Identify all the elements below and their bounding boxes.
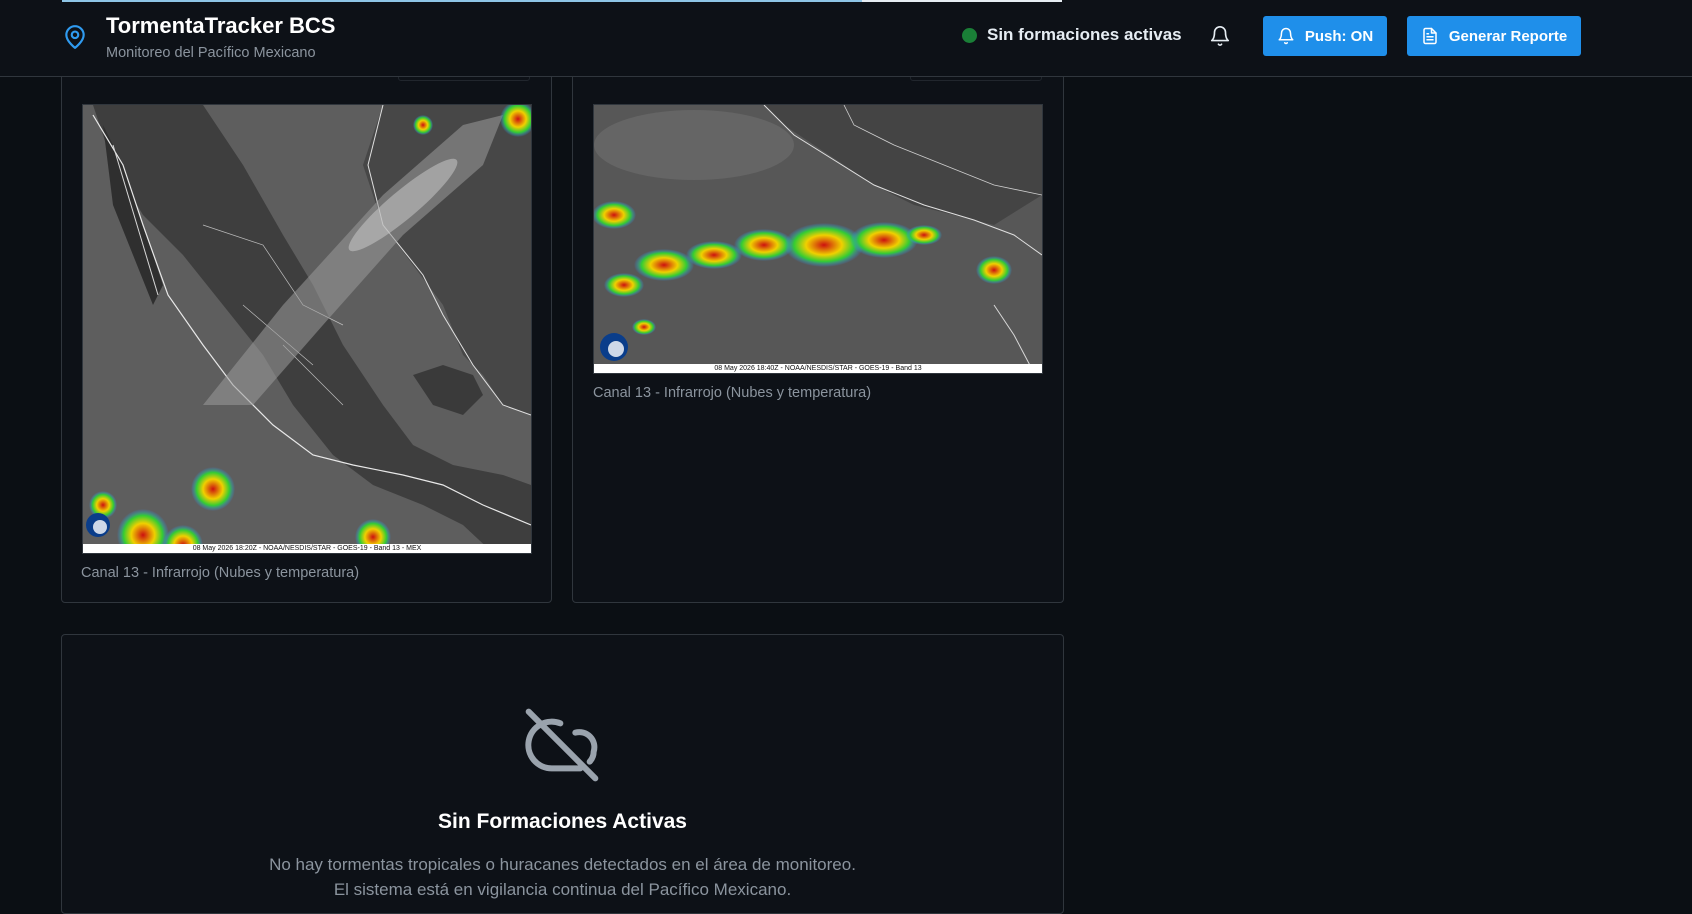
image-caption: Canal 13 - Infrarrojo (Nubes y temperatu… — [81, 565, 360, 581]
bell-icon — [1278, 27, 1294, 45]
status-indicator: Sin formaciones activas — [962, 25, 1182, 45]
empty-state-description: No hay tormentas tropicales o huracanes … — [269, 855, 856, 899]
app-title: TormentaTracker BCS — [106, 13, 336, 38]
generate-report-button[interactable]: Generar Reporte — [1407, 16, 1581, 56]
image-timestamp: 08 May 2026 18:20Z - NOAA/NESDIS/STAR - … — [83, 544, 531, 553]
image-caption: Canal 13 - Infrarrojo (Nubes y temperatu… — [593, 385, 872, 401]
satellite-image-pacific: 08 May 2026 18:40Z - NOAA/NESDIS/STAR - … — [593, 104, 1043, 374]
map-pin-icon — [65, 25, 85, 49]
status-text: Sin formaciones activas — [987, 25, 1182, 44]
push-notifications-button[interactable]: Push: ON — [1263, 16, 1387, 56]
document-icon — [1423, 27, 1437, 45]
loading-progress-fill — [62, 0, 862, 2]
report-button-label: Generar Reporte — [1448, 27, 1568, 45]
app-header: TormentaTracker BCS Monitoreo del Pacífi… — [0, 0, 1692, 77]
app-subtitle: Monitoreo del Pacífico Mexicano — [106, 45, 316, 61]
bell-icon[interactable] — [1209, 25, 1231, 47]
push-button-label: Push: ON — [1304, 27, 1374, 45]
image-timestamp: 08 May 2026 18:40Z - NOAA/NESDIS/STAR - … — [594, 364, 1042, 373]
status-dot — [962, 27, 977, 43]
satellite-image-mexico: 08 May 2026 18:20Z - NOAA/NESDIS/STAR - … — [82, 104, 532, 554]
cloud-off-icon — [525, 708, 599, 782]
empty-state-title: Sin Formaciones Activas — [438, 810, 687, 833]
loading-progress-bar — [62, 0, 1062, 2]
